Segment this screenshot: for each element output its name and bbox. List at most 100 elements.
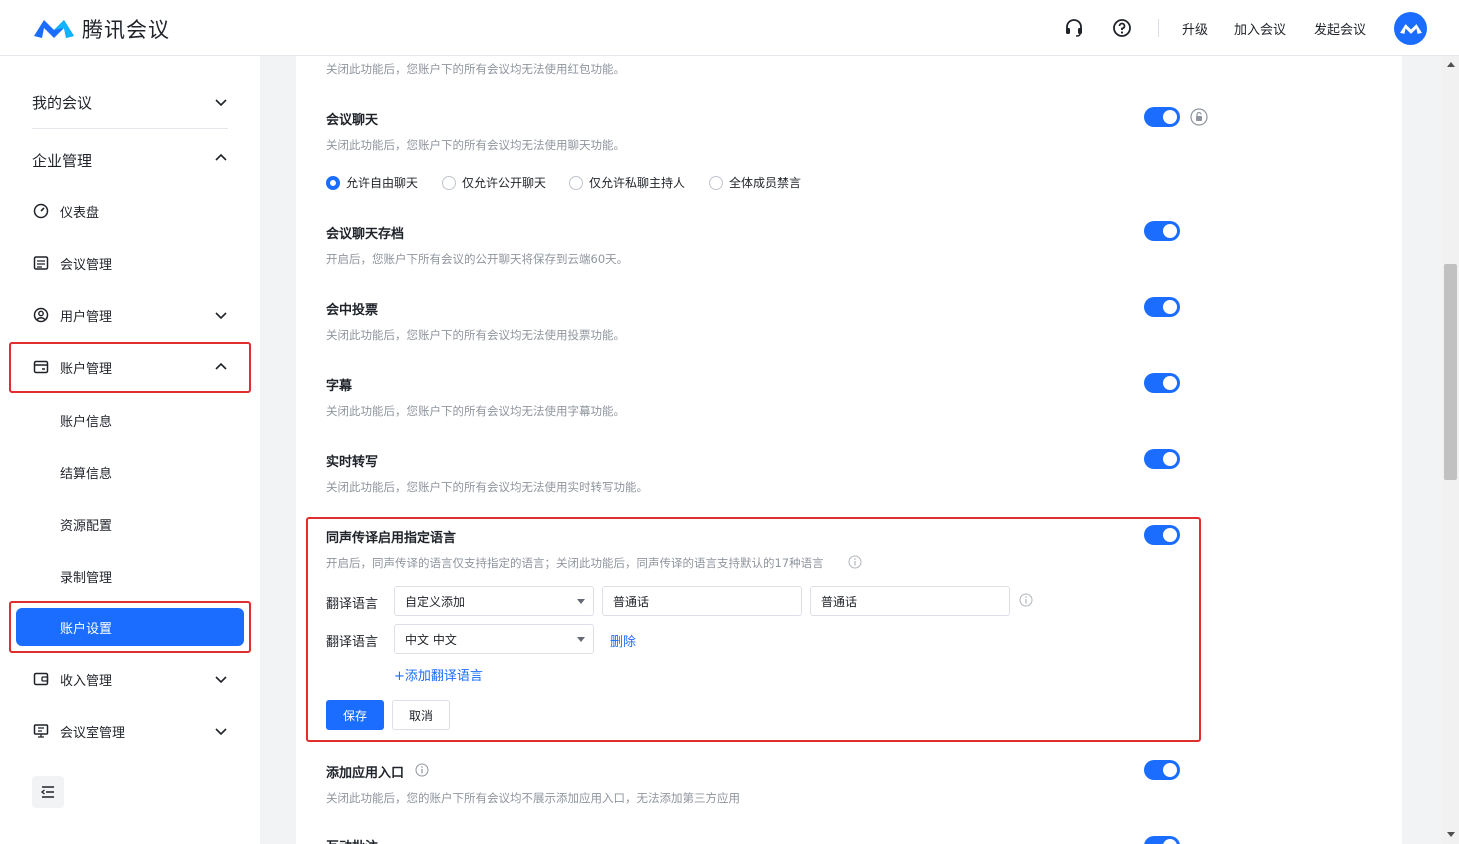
chevron-down-icon	[215, 676, 227, 684]
select-value: 自定义添加	[405, 594, 466, 609]
scroll-thumb[interactable]	[1444, 264, 1457, 480]
language-select-2[interactable]: 中文 中文	[394, 624, 594, 654]
radio-dot	[326, 175, 340, 190]
radio-label: 全体成员禁言	[729, 176, 802, 190]
setting-title-annotation: 互动批注	[326, 836, 378, 844]
radio-dot	[569, 175, 583, 190]
collapse-menu-icon	[40, 786, 54, 798]
setting-desc-transcribe: 关闭此功能后，您账户下的所有会议均无法使用实时转写功能。	[326, 480, 648, 494]
delete-language-link[interactable]: 删除	[610, 631, 636, 650]
toggle-vote[interactable]	[1144, 297, 1180, 317]
toggle-chat[interactable]	[1144, 107, 1180, 127]
scroll-up-icon[interactable]	[1447, 62, 1455, 67]
cancel-button[interactable]: 取消	[392, 700, 450, 730]
sidebar-divider	[32, 128, 228, 129]
radio-dot	[442, 175, 456, 190]
translate-language-label: 翻译语言	[326, 597, 379, 612]
sidebar-item-user-mgmt[interactable]: 用户管理	[32, 301, 232, 329]
gauge-icon	[33, 203, 49, 219]
sidebar-sub-account-info[interactable]: 账户信息	[60, 411, 112, 430]
user-circle-icon	[33, 307, 49, 323]
radio-dot	[709, 175, 723, 190]
info-icon[interactable]	[1019, 593, 1033, 607]
avatar-logo-icon	[1399, 23, 1422, 34]
upgrade-link[interactable]: 升级	[1182, 19, 1208, 38]
setting-desc-chat: 关闭此功能后，您账户下的所有会议均无法使用聊天功能。	[326, 138, 625, 152]
toggle-transcribe[interactable]	[1144, 449, 1180, 469]
setting-title-chat: 会议聊天	[326, 113, 379, 128]
sidebar-my-meetings[interactable]: 我的会议	[32, 92, 92, 113]
sidebar: 我的会议 企业管理 仪表盘 会议管理 用户管理 账户管理 账户信息 结算信息 资…	[0, 56, 260, 844]
input-value: 普通话	[821, 594, 858, 609]
setting-title-interpretation: 同声传译启用指定语言	[326, 531, 457, 546]
sidebar-sub-billing[interactable]: 结算信息	[60, 463, 112, 482]
setting-desc: 关闭此功能后，您账户下的所有会议均无法使用红包功能。	[326, 62, 625, 76]
sidebar-item-income-mgmt[interactable]: 收入管理	[32, 665, 232, 693]
toggle-annotation[interactable]	[1144, 836, 1180, 844]
top-header: 腾讯会议 升级 加入会议 发起会议	[0, 0, 1459, 56]
help-icon[interactable]	[1112, 18, 1132, 38]
radio-label: 仅允许私聊主持人	[589, 176, 686, 190]
sidebar-sub-resources[interactable]: 资源配置	[60, 515, 112, 534]
list-icon	[33, 256, 49, 270]
setting-desc-app-entry: 关闭此功能后，您的账户下所有会议均不展示添加应用入口，无法添加第三方应用	[326, 791, 740, 805]
chevron-up-icon	[215, 362, 227, 370]
language-name-input-1[interactable]: 普通话	[602, 586, 802, 616]
sidebar-item-label: 会议管理	[60, 257, 113, 273]
sidebar-item-room-mgmt[interactable]: 会议室管理	[32, 717, 232, 745]
caret-down-icon	[577, 599, 585, 604]
caret-down-icon	[577, 637, 585, 642]
toggle-interpretation[interactable]	[1144, 525, 1180, 545]
add-language-link[interactable]: +添加翻译语言	[394, 665, 483, 684]
select-value: 中文 中文	[405, 632, 457, 647]
sidebar-item-meeting-mgmt[interactable]: 会议管理	[32, 249, 232, 277]
info-icon[interactable]	[848, 555, 862, 569]
app-logo[interactable]: 腾讯会议	[32, 14, 170, 44]
radio-private-host-chat[interactable]: 仅允许私聊主持人	[569, 174, 685, 191]
info-icon[interactable]	[415, 763, 429, 777]
avatar[interactable]	[1394, 12, 1427, 45]
setting-title-chat-archive: 会议聊天存档	[326, 227, 405, 242]
toggle-chat-archive[interactable]	[1144, 221, 1180, 241]
sidebar-item-label: 仪表盘	[60, 205, 100, 221]
sidebar-item-label: 账户管理	[60, 361, 113, 377]
sidebar-collapse-button[interactable]	[32, 776, 64, 808]
sidebar-item-label: 收入管理	[60, 673, 113, 689]
save-button[interactable]: 保存	[326, 700, 384, 730]
radio-label: 仅允许公开聊天	[462, 176, 547, 190]
scroll-down-icon[interactable]	[1447, 832, 1455, 837]
sidebar-enterprise[interactable]: 企业管理	[32, 150, 92, 171]
sidebar-item-label: 用户管理	[60, 309, 113, 325]
sidebar-sub-recording[interactable]: 录制管理	[60, 567, 112, 586]
input-value: 普通话	[613, 594, 650, 609]
header-divider	[1158, 19, 1159, 37]
toggle-subtitle[interactable]	[1144, 373, 1180, 393]
headset-icon[interactable]	[1064, 18, 1084, 38]
radio-free-chat[interactable]: 允许自由聊天	[326, 174, 418, 191]
sidebar-item-dashboard[interactable]: 仪表盘	[32, 197, 232, 225]
setting-title-vote: 会中投票	[326, 303, 379, 318]
sidebar-sub-account-settings[interactable]: 账户设置	[16, 608, 244, 646]
sidebar-item-label: 会议室管理	[60, 725, 126, 741]
setting-title-transcribe: 实时转写	[326, 455, 379, 470]
setting-desc-subtitle: 关闭此功能后，您账户下的所有会议均无法使用字幕功能。	[326, 404, 625, 418]
radio-public-chat[interactable]: 仅允许公开聊天	[442, 174, 546, 191]
radio-mute-all[interactable]: 全体成员禁言	[709, 174, 801, 191]
chevron-down-icon	[215, 312, 227, 320]
chevron-down-icon[interactable]	[213, 94, 229, 110]
chevron-up-icon[interactable]	[213, 150, 229, 166]
sidebar-item-account-mgmt[interactable]: 账户管理	[32, 353, 232, 381]
toggle-app-entry[interactable]	[1144, 760, 1180, 780]
translate-language-label: 翻译语言	[326, 635, 379, 650]
language-select-1[interactable]: 自定义添加	[394, 586, 594, 616]
settings-panel: 关闭此功能后，您账户下的所有会议均无法使用红包功能。 会议聊天 关闭此功能后，您…	[296, 56, 1402, 844]
page-scrollbar[interactable]	[1442, 56, 1459, 844]
setting-title-app-entry: 添加应用入口	[326, 766, 405, 781]
language-name-input-2[interactable]: 普通话	[810, 586, 1010, 616]
chevron-down-icon	[215, 728, 227, 736]
wallet-icon	[33, 360, 49, 374]
join-meeting-link[interactable]: 加入会议	[1234, 19, 1286, 38]
lock-icon[interactable]	[1190, 108, 1208, 126]
monitor-icon	[33, 724, 49, 738]
start-meeting-link[interactable]: 发起会议	[1314, 19, 1366, 38]
